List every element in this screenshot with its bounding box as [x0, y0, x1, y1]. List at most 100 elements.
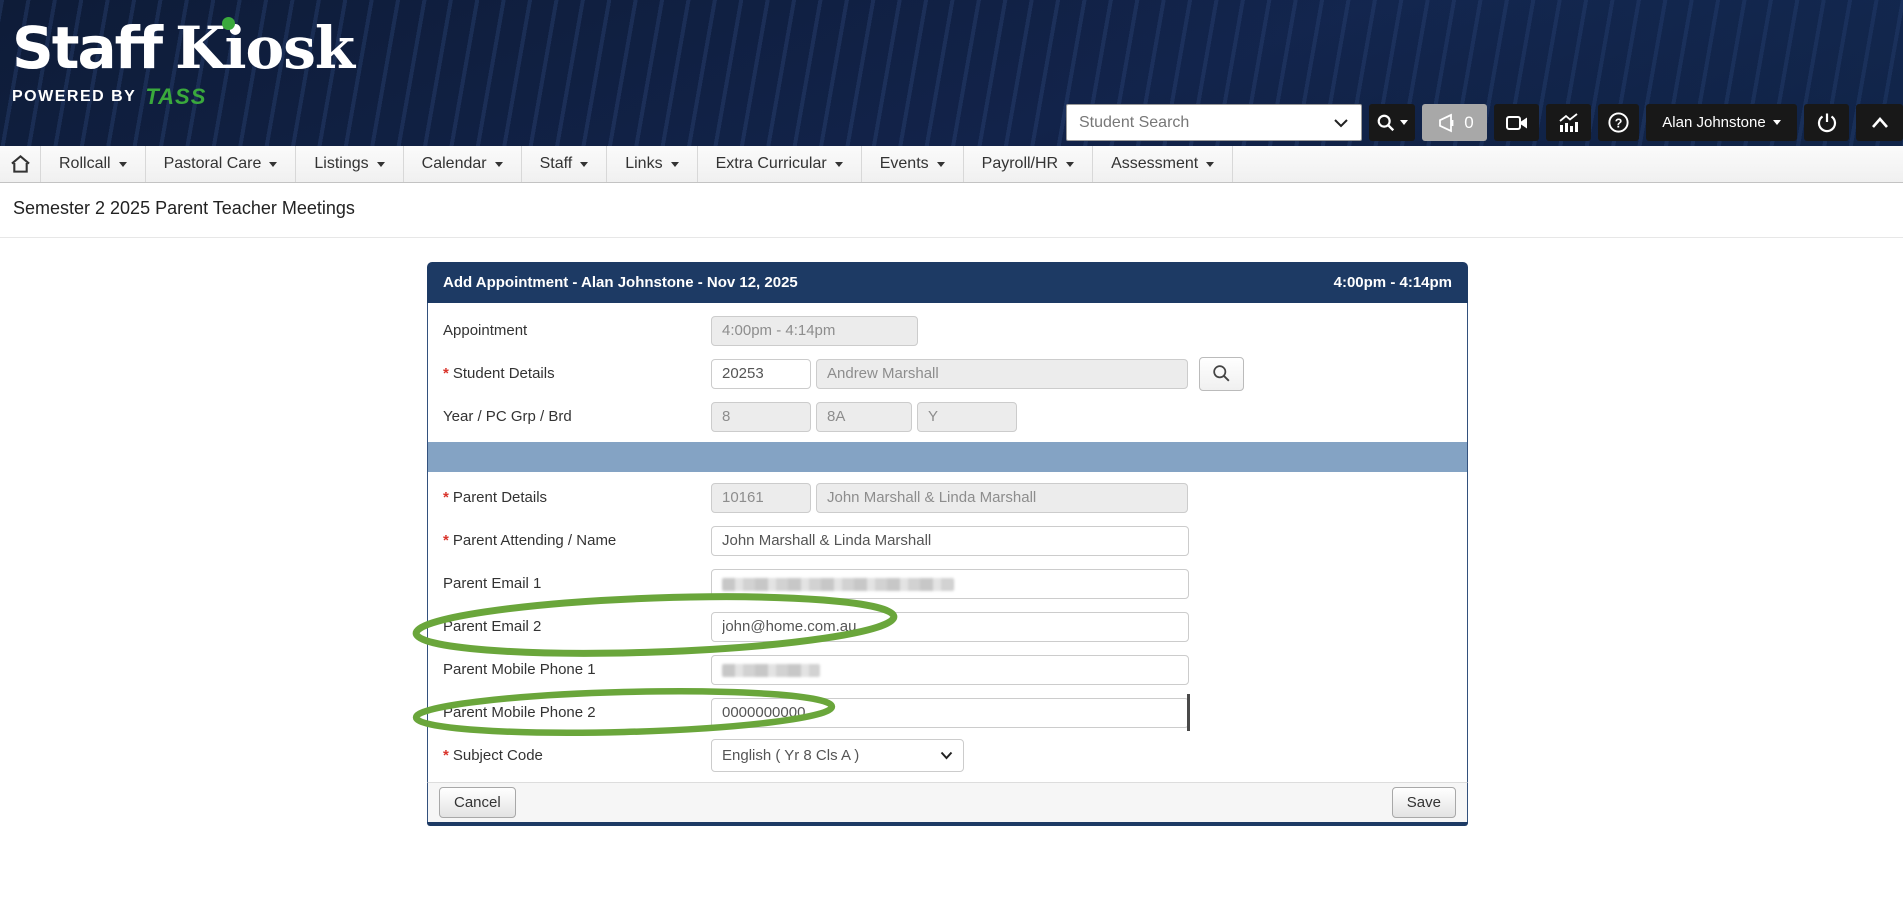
parent-mobile-1-row: Parent Mobile Phone 1: [428, 648, 1467, 691]
megaphone-icon: [1435, 112, 1457, 134]
chevron-down-icon: [940, 751, 953, 760]
year-field: [711, 402, 811, 432]
required-marker: *: [443, 365, 449, 382]
student-code-field[interactable]: [711, 359, 811, 389]
powered-by-text: POWERED BY: [12, 88, 136, 106]
topbar-controls: Student Search 0: [1066, 104, 1903, 141]
caret-down-icon: [269, 162, 277, 167]
parent-email-1-row: Parent Email 1: [428, 562, 1467, 605]
video-button[interactable]: [1494, 104, 1539, 141]
nav-item-pastoral-care[interactable]: Pastoral Care: [146, 146, 297, 182]
parent-mobile-1-label: Parent Mobile Phone 1: [443, 661, 711, 678]
video-camera-icon: [1505, 113, 1529, 133]
appointment-field: [711, 316, 918, 346]
caret-down-icon: [580, 162, 588, 167]
subject-code-select[interactable]: English ( Yr 8 Cls A ): [711, 739, 964, 772]
caret-down-icon: [1066, 162, 1074, 167]
modal-bottom-border: [427, 822, 1468, 826]
parent-attending-field[interactable]: [711, 526, 1189, 556]
redacted-phone-value: [722, 664, 820, 677]
appointment-label: Appointment: [443, 322, 711, 339]
parent-email-1-label: Parent Email 1: [443, 575, 711, 592]
pc-group-field: [816, 402, 912, 432]
required-marker: *: [443, 489, 449, 506]
parent-email-2-label: Parent Email 2: [443, 618, 711, 635]
staff-kiosk-logo: Staff Kiosk POWERED BY TASS: [12, 14, 354, 110]
user-caret-icon: [1773, 120, 1781, 125]
nav-item-rollcall[interactable]: Rollcall: [41, 146, 146, 182]
main-nav: Rollcall Pastoral Care Listings Calendar…: [0, 146, 1903, 183]
parent-attending-label: *Parent Attending / Name: [443, 532, 711, 549]
student-details-row: *Student Details: [428, 352, 1467, 395]
student-search-select[interactable]: Student Search: [1066, 104, 1362, 141]
user-menu-button[interactable]: Alan Johnstone: [1646, 104, 1797, 141]
search-caret-icon: [1400, 120, 1408, 125]
nav-home-item[interactable]: [0, 146, 41, 182]
modal-footer: Cancel Save: [427, 782, 1468, 822]
caret-down-icon: [937, 162, 945, 167]
save-button[interactable]: Save: [1392, 787, 1456, 818]
nav-item-links[interactable]: Links: [607, 146, 697, 182]
caret-down-icon: [671, 162, 679, 167]
search-icon: [1376, 113, 1396, 133]
section-divider-bar: [428, 442, 1467, 472]
text-cursor-artifact: [1187, 694, 1190, 731]
nav-item-assessment[interactable]: Assessment: [1093, 146, 1233, 182]
help-icon: ?: [1607, 111, 1630, 134]
subject-code-label: *Subject Code: [443, 747, 711, 764]
svg-text:?: ?: [1615, 116, 1623, 130]
add-appointment-modal: Add Appointment - Alan Johnstone - Nov 1…: [427, 262, 1468, 826]
required-marker: *: [443, 747, 449, 764]
power-icon: [1816, 112, 1838, 134]
parent-mobile-2-row: Parent Mobile Phone 2: [428, 691, 1467, 734]
student-search-button[interactable]: [1199, 357, 1244, 391]
parent-details-label: *Parent Details: [443, 489, 711, 506]
nav-item-calendar[interactable]: Calendar: [404, 146, 522, 182]
cancel-button[interactable]: Cancel: [439, 787, 516, 818]
year-pc-brd-label: Year / PC Grp / Brd: [443, 408, 711, 425]
tass-brand: TASS: [145, 84, 206, 110]
redacted-email-value: [722, 578, 954, 591]
help-button[interactable]: ?: [1598, 104, 1639, 141]
nav-item-events[interactable]: Events: [862, 146, 964, 182]
nav-item-payroll-hr[interactable]: Payroll/HR: [964, 146, 1093, 182]
announcements-button[interactable]: 0: [1422, 104, 1487, 141]
user-name: Alan Johnstone: [1662, 114, 1765, 131]
parent-attending-row: *Parent Attending / Name: [428, 519, 1467, 562]
nav-item-listings[interactable]: Listings: [296, 146, 403, 182]
modal-header: Add Appointment - Alan Johnstone - Nov 1…: [427, 262, 1468, 303]
required-marker: *: [443, 532, 449, 549]
nav-item-staff[interactable]: Staff: [522, 146, 608, 182]
parent-mobile-2-label: Parent Mobile Phone 2: [443, 704, 711, 721]
logo-staff-text: Staff: [12, 14, 161, 82]
search-button[interactable]: [1369, 104, 1415, 141]
parent-email-2-row: Parent Email 2: [428, 605, 1467, 648]
caret-down-icon: [119, 162, 127, 167]
search-icon: [1212, 364, 1231, 383]
page-title: Semester 2 2025 Parent Teacher Meetings: [13, 198, 355, 219]
caret-down-icon: [835, 162, 843, 167]
chevron-down-icon: [1333, 118, 1349, 128]
caret-down-icon: [495, 162, 503, 167]
parent-email-2-field[interactable]: [711, 612, 1189, 642]
collapse-header-button[interactable]: [1856, 104, 1903, 141]
chevron-up-icon: [1870, 116, 1890, 130]
home-icon: [10, 154, 31, 174]
parent-name-field: [816, 483, 1188, 513]
modal-body: Appointment *Student Details Year / PC G…: [427, 303, 1468, 782]
appointment-row: Appointment: [428, 309, 1467, 352]
nav-item-extra-curricular[interactable]: Extra Curricular: [698, 146, 862, 182]
subject-code-value: English ( Yr 8 Cls A ): [722, 747, 859, 764]
student-name-field: [816, 359, 1188, 389]
student-details-label: *Student Details: [443, 365, 711, 382]
modal-time-slot: 4:00pm - 4:14pm: [1334, 274, 1452, 291]
analytics-button[interactable]: [1546, 104, 1591, 141]
parent-code-field: [711, 483, 811, 513]
top-banner: Staff Kiosk POWERED BY TASS Student Sear…: [0, 0, 1903, 146]
subject-code-row: *Subject Code English ( Yr 8 Cls A ): [428, 734, 1467, 777]
logo-kiosk-text: Kiosk: [175, 14, 354, 82]
parent-mobile-2-field[interactable]: [711, 698, 1189, 728]
student-search-placeholder: Student Search: [1079, 114, 1189, 132]
modal-title: Add Appointment - Alan Johnstone - Nov 1…: [443, 274, 798, 291]
logout-button[interactable]: [1804, 104, 1849, 141]
